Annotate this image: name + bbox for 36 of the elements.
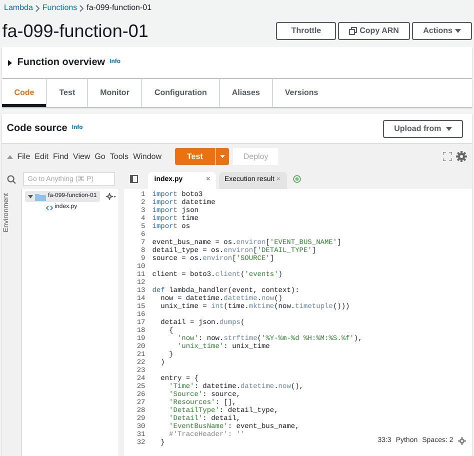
menu-item[interactable]: Window bbox=[133, 150, 162, 162]
expanded-caret-icon bbox=[28, 194, 32, 200]
collapsed-caret-icon[interactable] bbox=[6, 60, 13, 66]
menu-item[interactable]: Tools bbox=[110, 150, 129, 162]
menu-item[interactable]: File bbox=[17, 150, 30, 162]
caret-icon bbox=[446, 126, 452, 130]
section-title: Code source bbox=[6, 122, 68, 136]
action-button[interactable]: Throttle bbox=[276, 22, 336, 40]
copy-button[interactable]: Copy ARN bbox=[338, 22, 410, 40]
search-icon[interactable] bbox=[6, 174, 16, 184]
caret-icon bbox=[454, 29, 461, 33]
tab[interactable]: Monitor bbox=[87, 79, 142, 107]
actions-dropdown[interactable]: Actions bbox=[412, 22, 472, 40]
menu-item[interactable]: Go bbox=[94, 150, 106, 162]
fullscreen-icon[interactable] bbox=[442, 152, 452, 161]
tab[interactable]: Aliases bbox=[218, 79, 272, 107]
chevron-icon bbox=[79, 4, 84, 12]
breadcrumb-link[interactable]: Lambda bbox=[4, 2, 33, 14]
tab[interactable]: Configuration bbox=[141, 79, 219, 107]
chevron-icon bbox=[35, 4, 40, 12]
menu-item[interactable]: Edit bbox=[34, 150, 48, 162]
add-tab-icon[interactable] bbox=[292, 175, 300, 183]
page-title: fa-099-function-01 bbox=[2, 22, 148, 40]
code-file-icon bbox=[46, 204, 52, 211]
upload-dropdown[interactable]: Upload from bbox=[383, 120, 463, 138]
breadcrumb-current: fa-099-function-01 bbox=[86, 2, 152, 14]
tab[interactable]: Test bbox=[46, 79, 88, 107]
folder-icon bbox=[34, 192, 46, 201]
menu-item[interactable]: Find bbox=[52, 150, 68, 162]
caret-icon bbox=[220, 155, 225, 158]
section-title: Function overview bbox=[17, 56, 106, 70]
tab[interactable]: Versions bbox=[272, 79, 330, 107]
menu-item[interactable]: View bbox=[73, 150, 90, 162]
breadcrumb-link[interactable]: Functions bbox=[42, 2, 78, 14]
panel-toggle-icon[interactable] bbox=[130, 175, 138, 183]
copy-icon bbox=[349, 27, 358, 35]
